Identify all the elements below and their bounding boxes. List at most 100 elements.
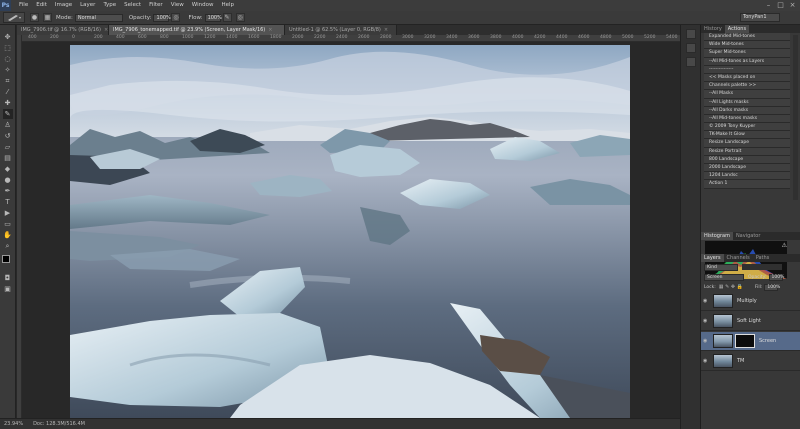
menu-help[interactable]: Help [217,0,238,11]
visibility-eye-icon[interactable]: ◉ [703,298,710,304]
history-panel-icon[interactable] [685,29,696,39]
tab-history[interactable]: History [701,25,725,33]
airbrush-icon[interactable]: ✎ [222,13,232,22]
action-item[interactable]: Super Mid-tones [704,49,790,58]
layer-row[interactable]: ◉ TM [701,352,800,371]
layer-row[interactable]: ◉ Screen [701,332,800,351]
menu-image[interactable]: Image [51,0,76,11]
menu-view[interactable]: View [167,0,188,11]
properties-panel-icon[interactable] [685,43,696,53]
doc-tab-1[interactable]: IMG_7906.tif @ 16.7% (RGB/16) × [17,25,109,35]
dodge-tool-icon[interactable]: ● [3,175,13,185]
layer-thumbnail[interactable] [713,354,733,368]
color-swatches[interactable] [0,254,15,272]
close-icon[interactable]: × [104,27,108,33]
action-item[interactable]: --------------- [704,65,790,74]
tab-navigator[interactable]: Navigator [733,232,763,240]
gradient-tool-icon[interactable]: ▤ [3,153,13,163]
fill-field[interactable]: 100% [764,283,780,291]
visibility-eye-icon[interactable]: ◉ [703,358,710,364]
close-icon[interactable]: × [384,27,388,33]
quick-mask-icon[interactable]: ◘ [3,273,13,283]
brush-tool-icon[interactable]: ✎ [2,109,13,119]
screen-mode-icon[interactable]: ▣ [3,284,13,294]
kind-filter-select[interactable]: Kind [704,263,738,271]
action-item[interactable]: Expanded Mid-tones [704,33,790,42]
layer-name[interactable]: TM [737,358,744,364]
visibility-eye-icon[interactable]: ◉ [703,318,710,324]
document-image[interactable] [70,45,630,418]
foreground-color-swatch[interactable] [2,255,10,263]
layer-name[interactable]: Soft Light [737,318,761,324]
action-item[interactable]: Resize Landscape [704,139,790,148]
tab-actions[interactable]: Actions [724,25,750,33]
layer-name[interactable]: Screen [759,338,776,344]
filter-icons[interactable] [742,264,782,270]
lasso-tool-icon[interactable]: ◌ [3,54,13,64]
menu-edit[interactable]: Edit [32,0,51,11]
visibility-eye-icon[interactable]: ◉ [703,338,710,344]
action-item[interactable]: --All Mid-tones masks [704,114,790,124]
menu-filter[interactable]: Filter [145,0,167,11]
zoom-tool-icon[interactable]: ⌕ [3,241,13,251]
action-item[interactable]: --All Mid-tones as Layers [704,57,790,66]
action-item[interactable]: TK-Make It Glow [704,131,790,140]
action-item[interactable]: 800 Landscape [704,155,790,164]
tab-layers[interactable]: Layers [701,254,724,262]
tab-histogram[interactable]: Histogram [701,232,733,240]
action-item[interactable]: © 2009 Tony Kuyper [704,123,790,132]
maximize-button[interactable]: □ [776,1,785,9]
action-item[interactable]: Action 1 [704,180,790,189]
marquee-tool-icon[interactable]: ⬚ [3,43,13,53]
hand-tool-icon[interactable]: ✋ [3,230,13,240]
action-item[interactable]: --All Lights masks [704,98,790,107]
layer-name[interactable]: Multiply [737,298,757,304]
pressure-opacity-icon[interactable]: ◎ [171,13,181,22]
doc-tab-3[interactable]: Untitled-1 @ 62.5% (Layer 0, RGB/8) × [285,25,397,35]
menu-select[interactable]: Select [120,0,145,11]
tab-channels[interactable]: Channels [724,254,753,262]
pressure-size-icon[interactable]: ◎ [235,13,245,22]
layer-thumbnail[interactable] [713,294,733,308]
close-window-button[interactable]: × [788,1,797,9]
layer-opacity-field[interactable]: 100% [768,273,784,281]
canvas-area[interactable] [22,43,680,418]
move-tool-icon[interactable]: ✥ [3,32,13,42]
blur-tool-icon[interactable]: ◆ [3,164,13,174]
flow-field[interactable]: 100% [204,13,222,22]
eraser-tool-icon[interactable]: ▱ [3,142,13,152]
action-item[interactable]: --All Masks [704,90,790,99]
history-brush-tool-icon[interactable]: ↺ [3,131,13,141]
quick-select-tool-icon[interactable]: ✧ [3,65,13,75]
eyedropper-tool-icon[interactable]: ⁄ [3,87,13,97]
healing-tool-icon[interactable]: ✚ [3,98,13,108]
zoom-level[interactable]: 23.94% [4,421,23,427]
minimize-button[interactable]: – [764,1,773,9]
shape-tool-icon[interactable]: ▭ [3,219,13,229]
path-select-tool-icon[interactable]: ▶ [3,208,13,218]
document-size[interactable]: Doc: 128.3M/516.4M [33,421,85,427]
action-item[interactable]: 2000 Landscape [704,164,790,173]
swatches-panel-icon[interactable] [685,57,696,67]
doc-tab-2[interactable]: IMG_7906_tonemapped.tif @ 23.9% (Screen,… [109,25,285,35]
type-tool-icon[interactable]: T [3,197,13,207]
menu-layer[interactable]: Layer [76,0,99,11]
lock-icons[interactable]: ▦ ✎ ✥ 🔒 [719,284,743,290]
action-item[interactable]: Resize Portrait [704,147,790,156]
brush-size-picker[interactable]: ● [30,13,39,22]
tab-paths[interactable]: Paths [753,254,773,262]
crop-tool-icon[interactable]: ⌗ [3,76,13,86]
menu-file[interactable]: File [15,0,32,11]
layer-row[interactable]: ◉ Soft Light [701,312,800,331]
layer-row[interactable]: ◉ Multiply [701,292,800,311]
tool-preset-picker[interactable] [3,12,25,23]
action-item[interactable]: << Masks placed on [704,73,790,83]
action-item[interactable]: 1204 Landsc [704,172,790,181]
warning-icon[interactable]: ⚠ [782,242,787,249]
action-item[interactable]: Wide Mid-tones [704,41,790,50]
brush-panel-icon[interactable]: ▦ [43,13,52,22]
opacity-field[interactable]: 100% [153,13,171,22]
mode-select[interactable]: Normal [74,13,123,22]
close-icon[interactable]: × [268,27,272,33]
pen-tool-icon[interactable]: ✒ [3,186,13,196]
